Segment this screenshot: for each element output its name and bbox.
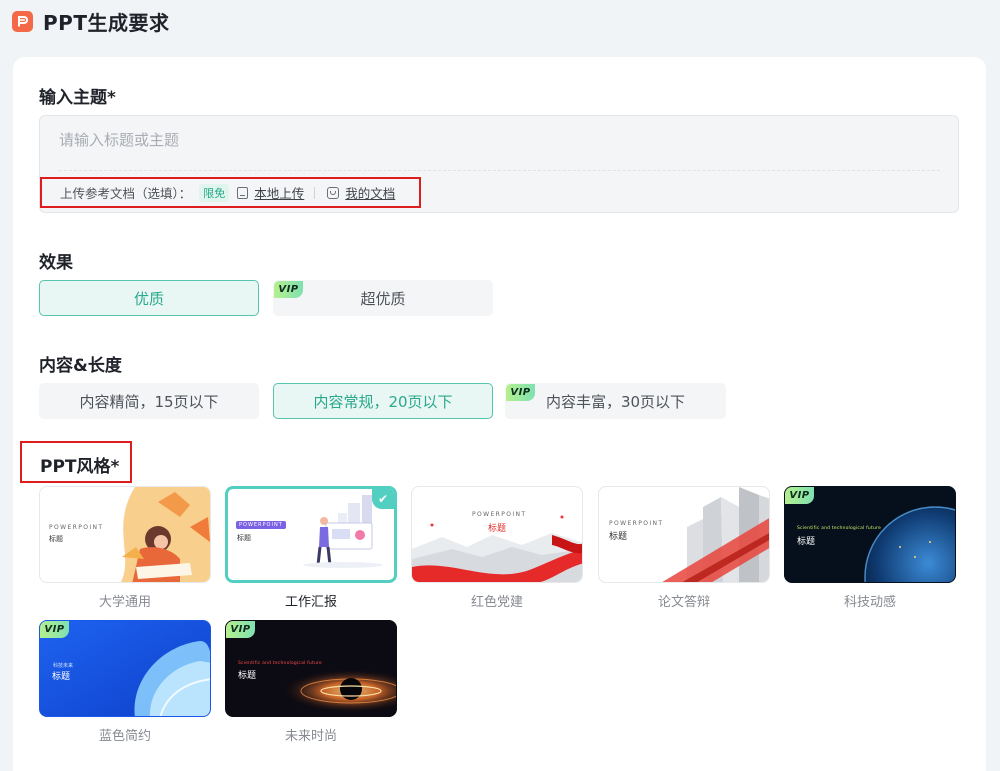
style-caption: 论文答辩 — [657, 595, 710, 610]
style-caption: 工作汇报 — [284, 595, 337, 610]
ppt-style-label-highlight: PPT风格* — [20, 441, 132, 483]
option-label: 超优质 — [360, 289, 406, 308]
red-party-illustration — [412, 515, 582, 582]
divider — [314, 186, 316, 199]
effect-label: 效果 — [39, 253, 73, 273]
style-tile-university[interactable]: POWERPOINT 标题 — [39, 486, 211, 583]
tile-brand-text: POWERPOINT — [472, 511, 527, 518]
tile-brand-text: Scientific and technological future — [238, 661, 322, 666]
tile-title-text: 标题 — [237, 534, 251, 542]
option-label: 优质 — [133, 289, 164, 308]
style-tile-future-fashion[interactable]: VIP Scientific and technological future … — [225, 620, 397, 717]
style-caption: 未来时尚 — [284, 729, 337, 744]
requirements-card: 输入主题* 请输入标题或主题 上传参考文档（选填）： 限免 本地上传 我的文档 … — [13, 57, 986, 771]
tile-brand-text: POWERPOINT — [609, 520, 664, 527]
check-icon: ✔ — [372, 489, 394, 509]
style-caption: 科技动感 — [843, 595, 896, 610]
work-report-illustration — [303, 495, 383, 568]
content-option-concise[interactable]: 内容精简，15页以下 — [39, 383, 259, 419]
upload-label: 上传参考文档（选填）： — [60, 186, 192, 201]
effect-option-super-quality[interactable]: VIP 超优质 — [273, 280, 493, 316]
tile-brand-text: POWERPOINT — [49, 524, 104, 531]
topic-placeholder: 请输入标题或主题 — [59, 131, 180, 149]
tile-title-text: 标题 — [238, 671, 257, 681]
vip-badge: VIP — [785, 487, 814, 504]
vip-badge: VIP — [506, 384, 535, 401]
wps-ppt-logo-icon — [12, 10, 33, 32]
university-illustration — [120, 487, 210, 582]
my-docs-link[interactable]: 我的文档 — [345, 183, 395, 202]
tile-brand-text: 科技未来 — [53, 663, 74, 669]
tile-title-text: 标题 — [609, 532, 628, 542]
content-option-regular[interactable]: 内容常规，20页以下 — [273, 383, 493, 419]
tile-title-text: 标题 — [52, 672, 71, 682]
upload-icon — [237, 186, 249, 199]
content-option-rich[interactable]: VIP 内容丰富，30页以下 — [505, 383, 726, 419]
divider — [59, 170, 940, 171]
style-caption: 红色党建 — [470, 595, 523, 610]
style-tile-blue-simple[interactable]: VIP 科技未来 标题 — [39, 620, 211, 717]
tile-title-text: 标题 — [797, 537, 816, 547]
option-label: 内容精简，15页以下 — [79, 392, 219, 411]
page-title: PPT生成要求 — [43, 10, 170, 35]
vip-badge: VIP — [40, 621, 69, 638]
free-badge: 限免 — [199, 183, 230, 202]
ppt-style-label: PPT风格* — [40, 457, 120, 477]
tile-title-text: 标题 — [488, 524, 507, 534]
tile-title-text: 标题 — [49, 535, 63, 543]
topic-label: 输入主题* — [39, 88, 116, 108]
style-tile-thesis-defense[interactable]: POWERPOINT 标题 — [598, 486, 770, 583]
content-length-label: 内容&长度 — [39, 356, 122, 376]
effect-option-quality[interactable]: 优质 — [39, 280, 259, 316]
local-upload-link[interactable]: 本地上传 — [254, 183, 304, 202]
style-tile-tech-dynamic[interactable]: VIP Scientific and technological future … — [784, 486, 956, 583]
option-label: 内容丰富，30页以下 — [545, 392, 686, 411]
style-tile-red-party[interactable]: POWERPOINT 标题 — [411, 486, 583, 583]
option-label: 内容常规，20页以下 — [313, 392, 453, 411]
style-caption: 大学通用 — [98, 595, 151, 610]
vip-badge: VIP — [274, 281, 303, 298]
tile-brand-text: Scientific and technological future — [797, 526, 881, 531]
my-docs-icon — [327, 186, 340, 199]
tile-brand-text: POWERPOINT — [236, 521, 286, 529]
vip-badge: VIP — [226, 621, 255, 638]
upload-reference-row: 上传参考文档（选填）： 限免 本地上传 我的文档 — [40, 177, 421, 208]
page-header: PPT生成要求 — [12, 6, 169, 36]
style-tile-work-report[interactable]: POWERPOINT 标题 ✔ — [225, 486, 397, 583]
style-caption: 蓝色简约 — [98, 729, 151, 744]
